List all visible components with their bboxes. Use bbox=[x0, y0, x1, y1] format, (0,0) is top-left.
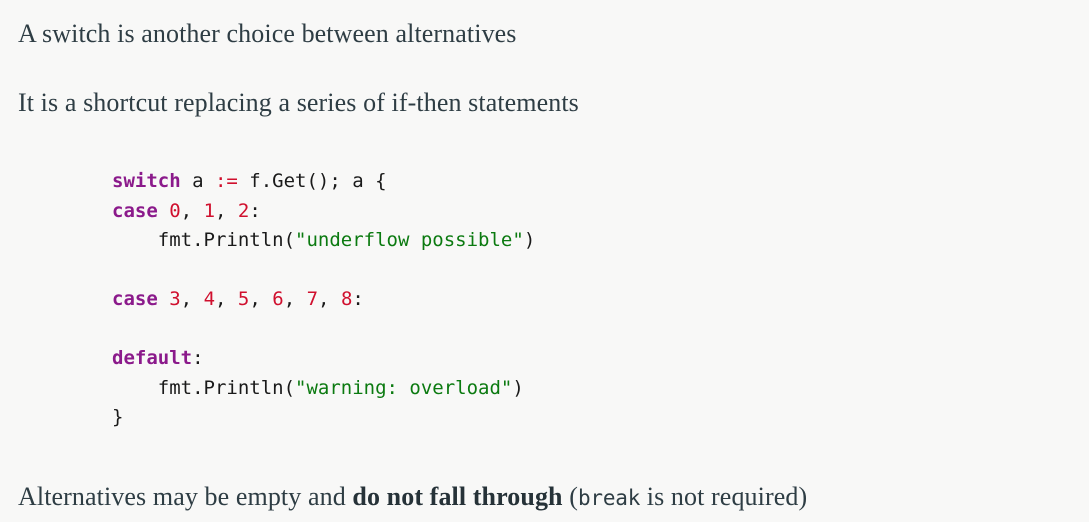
code-token-kw: switch bbox=[112, 170, 181, 192]
code-token-pln: fmt.Println( bbox=[112, 376, 296, 399]
code-token-num: 2 bbox=[237, 199, 250, 222]
code-token-pln: , bbox=[215, 199, 238, 222]
code-token-pln: : bbox=[249, 199, 261, 222]
code-token-num: 0 bbox=[169, 199, 181, 222]
code-token-num: 5 bbox=[237, 288, 250, 310]
code-token-kw: default bbox=[112, 347, 193, 369]
code-token-num: 6 bbox=[272, 288, 284, 310]
code-token-pln: , bbox=[215, 288, 238, 310]
code-token-pln bbox=[158, 288, 169, 310]
code-token-num: 4 bbox=[203, 288, 216, 310]
code-token-pln: fmt.Println( bbox=[112, 229, 296, 251]
code-line: } bbox=[112, 406, 123, 428]
code-token-pln: f.Get(); a { bbox=[237, 170, 387, 192]
code-token-str: "warning: overload" bbox=[295, 376, 513, 399]
closing-emphasis: do not fall through bbox=[352, 482, 563, 511]
code-token-num: 8 bbox=[340, 288, 353, 310]
closing-text-part-1: Alternatives may be empty and bbox=[18, 482, 353, 511]
code-line: fmt.Println("warning: overload") bbox=[112, 377, 524, 399]
inline-code-break: break bbox=[577, 486, 641, 510]
paragraph-shortcut: It is a shortcut replacing a series of i… bbox=[18, 88, 579, 117]
code-block-switch-example: switch a := f.Get(); a { case 0, 1, 2: f… bbox=[112, 167, 535, 433]
code-token-op: := bbox=[214, 170, 238, 192]
code-token-pln: , bbox=[180, 288, 204, 310]
code-token-pln: , bbox=[249, 288, 273, 310]
code-line: case 0, 1, 2: bbox=[112, 200, 261, 222]
code-token-pln: : bbox=[192, 347, 204, 369]
code-token-pln: : bbox=[352, 288, 364, 310]
slide-content: A switch is another choice between alter… bbox=[0, 0, 1089, 522]
code-token-kw: case bbox=[112, 288, 158, 310]
code-token-pln: , bbox=[180, 199, 204, 222]
code-token-str: "underflow possible" bbox=[295, 229, 524, 251]
code-token-pln: a bbox=[180, 170, 215, 192]
code-token-num: 3 bbox=[169, 288, 181, 310]
code-token-num: 1 bbox=[203, 199, 216, 222]
code-token-pln bbox=[158, 200, 169, 222]
code-line: switch a := f.Get(); a { bbox=[112, 170, 387, 192]
code-token-pln: , bbox=[318, 288, 341, 310]
code-line: default: bbox=[112, 347, 204, 369]
code-line: case 3, 4, 5, 6, 7, 8: bbox=[112, 288, 364, 310]
closing-text-part-2: ( bbox=[562, 482, 578, 511]
code-token-kw: case bbox=[112, 199, 158, 222]
paragraph-closing: Alternatives may be empty and do not fal… bbox=[18, 481, 807, 514]
code-line: fmt.Println("underflow possible") bbox=[112, 229, 536, 251]
code-token-pln: ) bbox=[523, 229, 536, 251]
code-token-pln: ) bbox=[512, 376, 524, 399]
paragraph-intro: A switch is another choice between alter… bbox=[18, 19, 517, 48]
code-token-pln: , bbox=[283, 288, 307, 310]
closing-text-part-3: is not required) bbox=[640, 482, 808, 511]
code-token-num: 7 bbox=[306, 288, 319, 310]
code-token-pln: } bbox=[112, 406, 124, 428]
